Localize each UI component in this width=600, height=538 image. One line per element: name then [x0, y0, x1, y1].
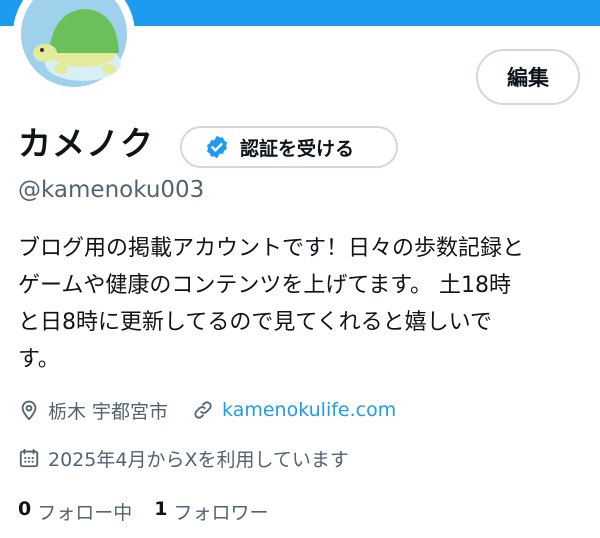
website-url[interactable]: kamenokulife.com	[222, 399, 396, 421]
profile-bio: ブログ用の掲載アカウントです！日々の歩数記録と ゲームや健康のコンテンツを上げて…	[18, 236, 525, 372]
verified-badge-icon	[204, 134, 230, 160]
edit-profile-button[interactable]: 編集	[476, 49, 580, 105]
followers-label: フォロワー	[173, 501, 269, 524]
following-link[interactable]: 0 フォロー中	[18, 498, 132, 525]
followers-count: 1	[154, 497, 168, 520]
location-text: 栃木 宇都宮市	[48, 400, 169, 423]
get-verified-button[interactable]: 認証を受ける	[180, 126, 398, 168]
link-icon	[192, 399, 214, 421]
website-link[interactable]: kamenokulife.com	[192, 399, 396, 421]
location-pin-icon	[18, 399, 40, 421]
profile-avatar[interactable]	[13, 0, 135, 95]
profile-meta-joined-row: 2025年4月からXを利用しています	[18, 443, 349, 473]
following-count: 0	[18, 497, 32, 520]
user-handle: @kamenoku003	[18, 177, 205, 203]
profile-meta-location-row: 栃木 宇都宮市 kamenokulife.com	[18, 395, 396, 425]
edit-profile-label: 編集	[507, 66, 549, 90]
joined-date-text: 2025年4月からXを利用しています	[48, 448, 349, 471]
followers-link[interactable]: 1 フォロワー	[154, 498, 268, 525]
following-label: フォロー中	[37, 501, 133, 524]
calendar-icon	[18, 447, 40, 469]
display-name: カメノク	[18, 124, 154, 163]
get-verified-label: 認証を受ける	[240, 137, 355, 160]
follow-stats: 0 フォロー中 1 フォロワー	[18, 496, 269, 526]
turtle-avatar-icon	[15, 0, 133, 93]
